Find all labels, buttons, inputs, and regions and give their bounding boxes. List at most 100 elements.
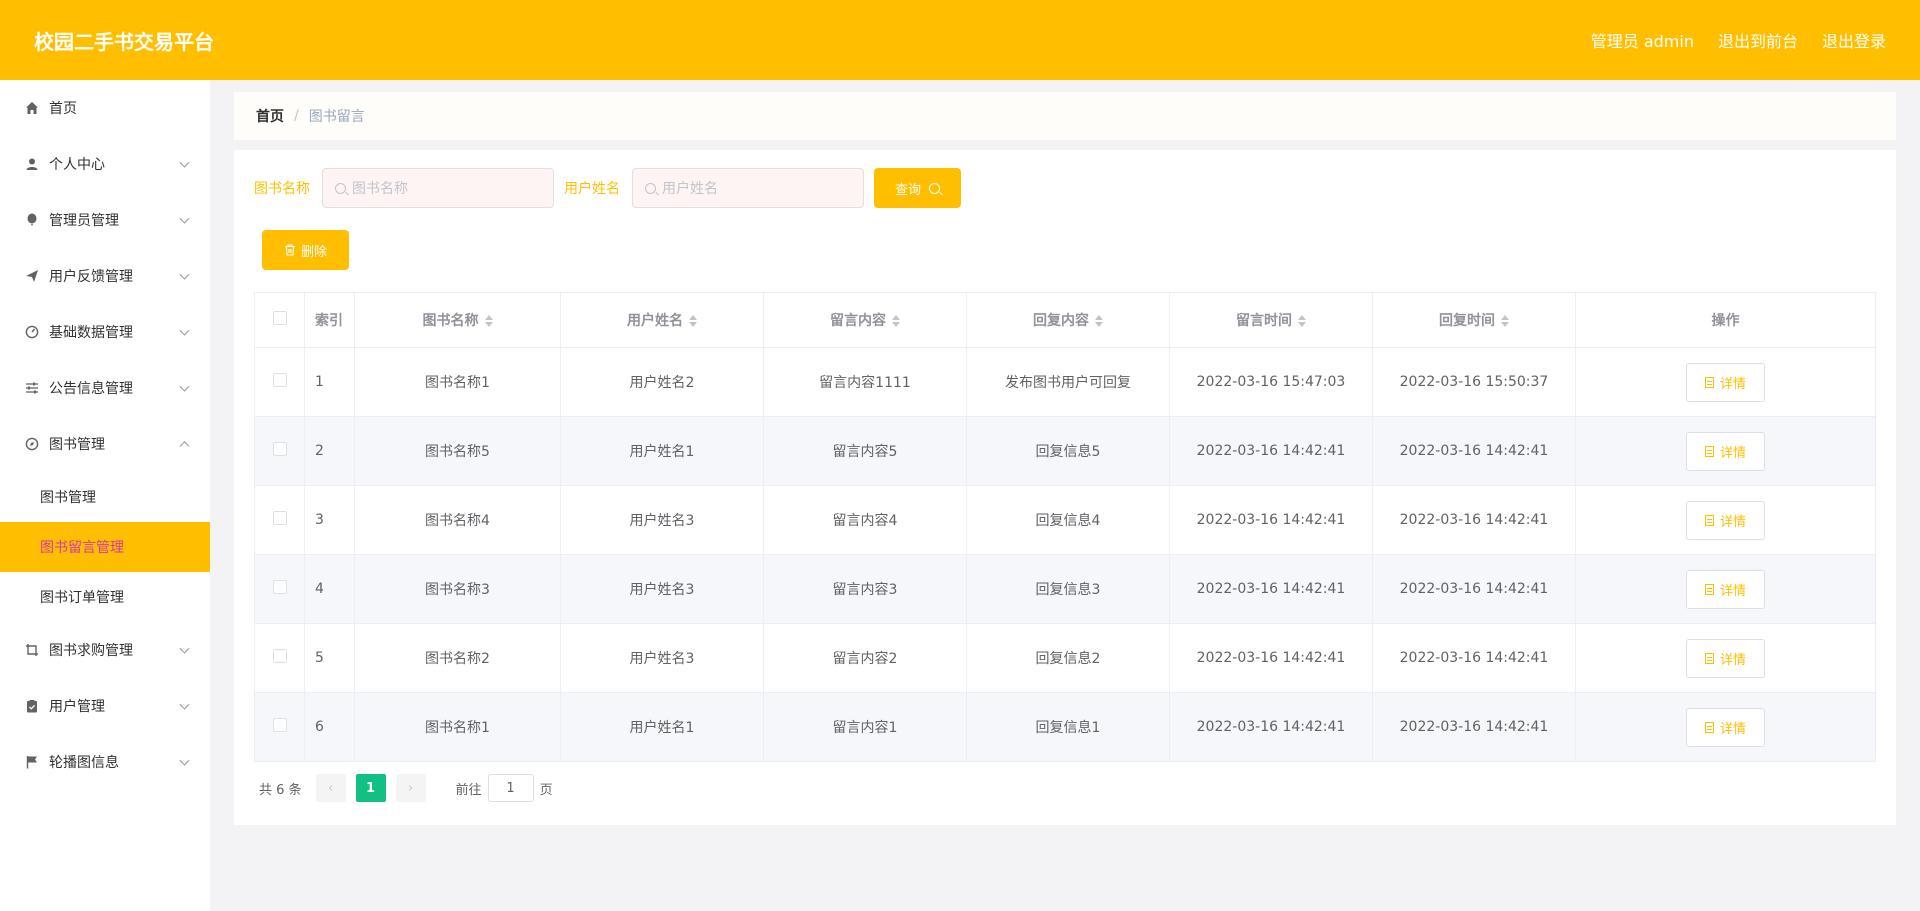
breadcrumb-home[interactable]: 首页 (256, 106, 284, 126)
select-all-checkbox[interactable] (272, 311, 287, 325)
chevron-down-icon (179, 325, 190, 336)
search-icon (645, 182, 656, 194)
col-message-time[interactable]: 留言时间 (1169, 292, 1373, 348)
col-label: 回复时间 (1439, 313, 1495, 329)
col-message[interactable]: 留言内容 (763, 292, 967, 348)
col-label: 用户姓名 (627, 313, 683, 329)
cell-message-time: 2022-03-16 14:42:41 (1169, 692, 1373, 762)
document-icon (1704, 376, 1714, 388)
row-select-cell (254, 416, 305, 486)
sort-icon[interactable] (1501, 315, 1509, 327)
row-checkbox[interactable] (272, 442, 287, 456)
sidebar-item-book-management[interactable]: 图书管理 (0, 416, 210, 472)
sidebar-item-label: 图书管理 (49, 437, 105, 453)
cell-index: 3 (304, 485, 355, 555)
cell-index: 2 (304, 416, 355, 486)
book-name-label: 图书名称 (254, 181, 310, 197)
sort-icon[interactable] (1298, 315, 1306, 327)
cell-message: 留言内容5 (763, 416, 967, 486)
sidebar-subitem-book-orders[interactable]: 图书订单管理 (0, 572, 210, 622)
sidebar-item-label: 管理员管理 (49, 213, 119, 229)
book-name-input[interactable]: 图书名称 (322, 168, 554, 208)
admin-label: 管理员 admin (1590, 32, 1694, 51)
table-row: 1 图书名称1 用户姓名2 留言内容1111 发布图书用户可回复 2022-03… (254, 347, 1876, 417)
sidebar-item-home[interactable]: 首页 (0, 80, 210, 136)
col-reply[interactable]: 回复内容 (966, 292, 1170, 348)
sidebar-item-book-request-management[interactable]: 图书求购管理 (0, 622, 210, 678)
sidebar-item-label: 首页 (49, 101, 77, 117)
cell-reply-time: 2022-03-16 14:42:41 (1372, 692, 1576, 762)
crop-icon (24, 642, 40, 658)
select-all-cell (254, 292, 305, 348)
sidebar-subitem-books[interactable]: 图书管理 (0, 472, 210, 522)
logout-link[interactable]: 退出登录 (1822, 28, 1886, 52)
cell-user-name: 用户姓名3 (560, 485, 764, 555)
sidebar-item-user-management[interactable]: 用户管理 (0, 678, 210, 734)
home-icon (24, 100, 40, 116)
sidebar-item-admin-management[interactable]: 管理员管理 (0, 192, 210, 248)
query-button[interactable]: 查询 (874, 168, 961, 208)
row-select-cell (254, 554, 305, 624)
document-icon (1704, 445, 1714, 457)
row-checkbox[interactable] (272, 373, 287, 387)
col-book-name[interactable]: 图书名称 (354, 292, 561, 348)
sidebar-subitem-book-messages[interactable]: 图书留言管理 (0, 522, 210, 572)
chevron-up-icon (179, 441, 190, 452)
delete-button[interactable]: 删除 (262, 230, 349, 270)
cell-book-name: 图书名称3 (354, 554, 561, 624)
sort-icon[interactable] (892, 315, 900, 327)
user-name-input[interactable]: 用户姓名 (632, 168, 864, 208)
cell-reply-time: 2022-03-16 14:42:41 (1372, 554, 1576, 624)
detail-button[interactable]: 详情 (1686, 362, 1765, 402)
sort-icon[interactable] (689, 315, 697, 327)
cell-book-name: 图书名称2 (354, 623, 561, 693)
col-reply-time[interactable]: 回复时间 (1372, 292, 1576, 348)
row-select-cell (254, 347, 305, 417)
search-icon (929, 182, 940, 194)
row-checkbox[interactable] (272, 511, 287, 525)
cell-book-name: 图书名称1 (354, 692, 561, 762)
sidebar-item-label: 用户管理 (49, 699, 105, 715)
messages-table: 索引 图书名称 用户姓名 留言内容 回复内容 留言时间 回复时间 操作 1 图书… (254, 292, 1876, 762)
sort-icon[interactable] (484, 315, 493, 327)
user-name-label: 用户姓名 (564, 181, 620, 197)
row-checkbox[interactable] (272, 649, 287, 663)
cell-reply: 发布图书用户可回复 (966, 347, 1170, 417)
page-jumper: 前往 1 页 (456, 774, 553, 802)
row-checkbox[interactable] (272, 718, 287, 732)
sidebar-item-feedback-management[interactable]: 用户反馈管理 (0, 248, 210, 304)
cell-reply: 回复信息2 (966, 623, 1170, 693)
search-form: 图书名称 图书名称 用户姓名 用户姓名 查询 (254, 168, 1876, 208)
sidebar-item-label: 用户反馈管理 (49, 269, 133, 285)
col-label: 图书名称 (422, 313, 479, 329)
detail-button[interactable]: 详情 (1686, 569, 1765, 609)
sort-icon[interactable] (1095, 315, 1103, 327)
sidebar-item-carousel-info[interactable]: 轮播图信息 (0, 734, 210, 790)
compass-icon (24, 436, 40, 452)
sidebar-item-notice-management[interactable]: 公告信息管理 (0, 360, 210, 416)
sidebar-item-personal-center[interactable]: 个人中心 (0, 136, 210, 192)
sidebar-item-basic-data-management[interactable]: 基础数据管理 (0, 304, 210, 360)
delete-button-label: 删除 (300, 244, 327, 260)
next-page-button[interactable]: › (395, 774, 426, 802)
to-front-link[interactable]: 退出到前台 (1718, 28, 1798, 52)
sidebar-item-label: 图书求购管理 (49, 643, 133, 659)
col-label: 回复内容 (1033, 313, 1089, 329)
sidebar-subitem-label: 图书留言管理 (40, 540, 124, 556)
col-user-name[interactable]: 用户姓名 (560, 292, 764, 348)
page-number-current[interactable]: 1 (355, 774, 386, 802)
cell-message: 留言内容4 (763, 485, 967, 555)
table-row: 5 图书名称2 用户姓名3 留言内容2 回复信息2 2022-03-16 14:… (254, 623, 1876, 693)
detail-button[interactable]: 详情 (1686, 638, 1765, 678)
detail-button[interactable]: 详情 (1686, 431, 1765, 471)
cell-message: 留言内容2 (763, 623, 967, 693)
prev-page-button[interactable]: ‹ (315, 774, 346, 802)
sidebar-item-label: 个人中心 (49, 157, 105, 173)
detail-button[interactable]: 详情 (1686, 500, 1765, 540)
document-icon (1704, 583, 1714, 595)
goto-page-input[interactable]: 1 (487, 774, 534, 802)
detail-button[interactable]: 详情 (1686, 707, 1765, 747)
cell-message: 留言内容1111 (763, 347, 967, 417)
cell-book-name: 图书名称4 (354, 485, 561, 555)
row-checkbox[interactable] (272, 580, 287, 594)
